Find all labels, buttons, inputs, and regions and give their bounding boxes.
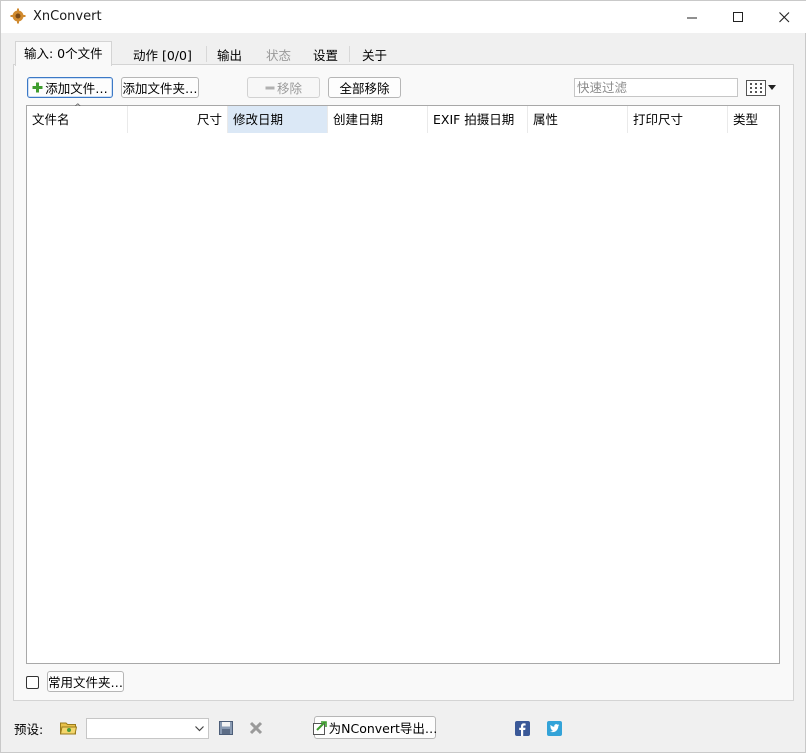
- remove-all-button[interactable]: 全部移除: [328, 77, 401, 98]
- title-bar[interactable]: XnConvert: [1, 1, 806, 33]
- column-label: 创建日期: [333, 112, 384, 127]
- preset-label: 预设:: [14, 722, 44, 737]
- delete-preset-button[interactable]: [247, 719, 265, 737]
- column-header-type[interactable]: 类型: [728, 106, 779, 133]
- tab-status[interactable]: 状态: [257, 44, 300, 65]
- column-header-size[interactable]: 尺寸: [128, 106, 228, 133]
- column-label: EXIF 拍摄日期: [433, 112, 515, 127]
- tab-about[interactable]: 关于: [353, 44, 396, 65]
- window-title: XnConvert: [33, 9, 102, 24]
- twitter-icon: [546, 720, 562, 736]
- save-preset-button[interactable]: [217, 719, 235, 737]
- add-folder-button[interactable]: 添加文件夹…: [121, 77, 199, 98]
- preset-select[interactable]: [86, 718, 209, 739]
- minus-icon: [265, 83, 275, 93]
- maximize-button[interactable]: [715, 1, 761, 33]
- app-window: XnConvert 输入: 0个文件 动作 [0/0] 输出 状态 设置 关于 …: [0, 0, 806, 753]
- close-button[interactable]: [761, 1, 806, 33]
- remove-all-label: 全部移除: [339, 81, 390, 96]
- remove-label: 移除: [276, 81, 302, 96]
- add-files-button[interactable]: 添加文件…: [27, 77, 113, 98]
- column-label: 打印尺寸: [633, 112, 684, 127]
- grid-view-icon: [746, 79, 766, 96]
- sort-ascending-icon: ^: [74, 103, 82, 113]
- tab-separator: [349, 46, 350, 62]
- column-label: 尺寸: [196, 112, 222, 127]
- minimize-icon: [686, 17, 697, 18]
- minimize-button[interactable]: [669, 1, 715, 33]
- tab-input[interactable]: 输入: 0个文件: [15, 41, 112, 66]
- facebook-icon: [514, 720, 530, 736]
- add-files-label: 添加文件…: [45, 81, 108, 96]
- remove-button[interactable]: 移除: [247, 77, 320, 98]
- column-header-exif-date[interactable]: EXIF 拍摄日期: [428, 106, 528, 133]
- tab-output[interactable]: 输出: [208, 44, 251, 65]
- export-nconvert-label: 为NConvert导出…: [328, 721, 438, 736]
- open-preset-button[interactable]: [59, 719, 77, 737]
- maximize-icon: [732, 11, 743, 22]
- save-icon: [219, 721, 233, 735]
- column-label: 属性: [533, 112, 559, 127]
- column-header-modified-date[interactable]: 修改日期: [228, 106, 328, 133]
- column-label: 修改日期: [233, 112, 284, 127]
- favorites-folder-label: 常用文件夹…: [48, 675, 124, 690]
- chevron-down-icon: [194, 722, 205, 737]
- plus-icon: [32, 82, 43, 93]
- file-list[interactable]: ^ 文件名 尺寸 修改日期 创建日期 EXIF 拍摄日期 属性 打印尺寸 类型: [26, 103, 780, 664]
- open-folder-icon: [59, 722, 77, 735]
- favorites-checkbox[interactable]: [26, 676, 39, 689]
- column-header-filename[interactable]: ^ 文件名: [27, 103, 128, 133]
- add-folder-label: 添加文件夹…: [122, 81, 198, 96]
- close-icon: [778, 11, 789, 22]
- column-header-attributes[interactable]: 属性: [528, 106, 628, 133]
- favorites-folder-button[interactable]: 常用文件夹…: [47, 671, 124, 692]
- column-header-created-date[interactable]: 创建日期: [328, 106, 428, 133]
- xnconvert-logo-icon: [10, 8, 26, 24]
- quick-filter-input[interactable]: 快速过滤: [574, 78, 738, 97]
- tab-actions[interactable]: 动作 [0/0]: [124, 44, 201, 65]
- column-label: 类型: [733, 112, 759, 127]
- delete-icon: [249, 721, 263, 735]
- tab-settings[interactable]: 设置: [304, 44, 347, 65]
- tab-separator: [206, 46, 207, 62]
- facebook-link[interactable]: [513, 719, 531, 737]
- chevron-down-icon: [768, 84, 776, 91]
- column-header-print-size[interactable]: 打印尺寸: [628, 106, 728, 133]
- view-mode-button[interactable]: [746, 78, 779, 97]
- column-label: 文件名: [32, 112, 70, 127]
- tab-bar: 输入: 0个文件 动作 [0/0] 输出 状态 设置 关于: [1, 41, 806, 66]
- export-script-icon: [312, 720, 327, 735]
- twitter-link[interactable]: [545, 719, 563, 737]
- export-nconvert-button[interactable]: 为NConvert导出…: [312, 716, 438, 739]
